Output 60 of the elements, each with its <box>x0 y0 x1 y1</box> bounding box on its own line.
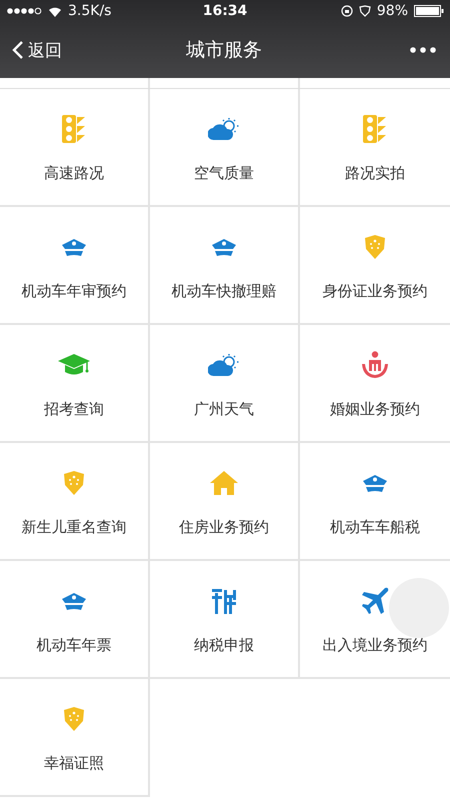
graduation-cap-icon <box>58 354 90 376</box>
service-tile[interactable]: 广州天气 <box>150 325 300 443</box>
service-tile[interactable]: 住房业务预约 <box>150 443 300 561</box>
service-tile[interactable]: 出入境业务预约 <box>300 561 450 679</box>
traffic-light-icon <box>62 115 86 143</box>
rotation-lock-icon <box>340 5 353 17</box>
service-label: 空气质量 <box>194 164 254 183</box>
signal-icon <box>6 6 42 16</box>
shield-badge-icon <box>364 235 386 259</box>
police-cap-icon <box>61 237 87 257</box>
service-label: 机动车快撤理赔 <box>172 282 276 301</box>
service-label: 纳税申报 <box>194 636 254 655</box>
service-label: 身份证业务预约 <box>322 282 428 301</box>
service-tile[interactable]: 纳税申报 <box>150 561 300 679</box>
shield-icon <box>358 5 371 17</box>
battery-percent: 98% <box>376 3 408 19</box>
network-speed: 3.5K/s <box>68 3 112 19</box>
service-tile[interactable]: 机动车快撤理赔 <box>150 207 300 325</box>
service-tile[interactable]: 婚姻业务预约 <box>300 325 450 443</box>
status-time: 16:34 <box>202 3 248 19</box>
service-tile[interactable]: 机动车年票 <box>0 561 150 679</box>
police-cap-icon <box>362 473 388 493</box>
service-label: 路况实拍 <box>345 164 405 183</box>
service-label: 幸福证照 <box>44 754 104 773</box>
cloud-sun-icon <box>208 117 240 141</box>
back-button[interactable]: 返回 <box>12 38 102 62</box>
service-tile[interactable]: 空气质量 <box>150 89 300 207</box>
service-label: 机动车车船税 <box>330 518 420 537</box>
service-tile[interactable]: 高速路况 <box>0 89 150 207</box>
shield-badge-icon <box>63 707 85 731</box>
service-tile[interactable]: 幸福证照 <box>0 679 150 797</box>
page-title: 城市服务 <box>186 38 262 63</box>
service-tile[interactable]: 机动车车船税 <box>300 443 450 561</box>
service-label: 招考查询 <box>44 400 104 419</box>
service-tile[interactable]: 身份证业务预约 <box>300 207 450 325</box>
service-label: 机动车年票 <box>36 636 112 655</box>
chevron-left-icon <box>12 40 24 60</box>
house-icon <box>210 471 238 495</box>
battery-icon <box>414 5 444 17</box>
service-tile[interactable]: 机动车年审预约 <box>0 207 150 325</box>
wifi-icon <box>48 6 62 16</box>
service-label: 机动车年审预约 <box>22 282 126 301</box>
service-label: 婚姻业务预约 <box>330 400 420 419</box>
service-label: 广州天气 <box>194 400 254 419</box>
service-tile[interactable]: 新生儿重名查询 <box>0 443 150 561</box>
traffic-light-icon <box>363 115 387 143</box>
cloud-sun-icon <box>208 353 240 377</box>
service-label: 住房业务预约 <box>179 518 269 537</box>
service-label: 新生儿重名查询 <box>22 518 126 537</box>
service-tile[interactable]: 路况实拍 <box>300 89 450 207</box>
service-tile[interactable]: 招考查询 <box>0 325 150 443</box>
service-label: 高速路况 <box>44 164 104 183</box>
more-icon[interactable] <box>410 47 436 53</box>
people-hands-icon <box>361 351 389 379</box>
police-cap-icon <box>211 237 237 257</box>
shield-badge-icon <box>63 471 85 495</box>
police-cap-icon <box>61 591 87 611</box>
tax-emblem-icon <box>212 587 236 615</box>
service-label: 出入境业务预约 <box>322 636 428 655</box>
airplane-icon <box>361 587 389 615</box>
